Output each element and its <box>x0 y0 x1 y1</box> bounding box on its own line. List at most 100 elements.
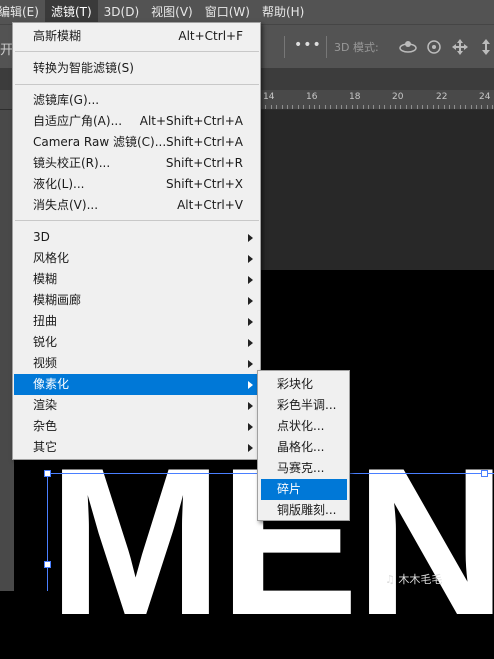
menu-item-shortcut: Alt+Shift+Ctrl+A <box>139 114 243 128</box>
submenu-item-mezzotint[interactable]: 铜版雕刻... <box>261 500 347 521</box>
3d-slide-icon[interactable] <box>476 37 494 57</box>
ruler-tick <box>341 105 342 109</box>
menu-window[interactable]: 窗口(W) <box>199 0 256 24</box>
menu-item-label: 镜头校正(R)... <box>33 156 111 170</box>
submenu-arrow-icon <box>248 318 253 326</box>
menu-view[interactable]: 视图(V) <box>145 0 199 24</box>
ruler-label: 22 <box>436 92 448 102</box>
ruler-tick <box>384 105 385 109</box>
menu-item-distort[interactable]: 扭曲 <box>14 311 259 332</box>
3d-pan-icon[interactable] <box>450 37 470 57</box>
menu-item-adaptive-wide-angle[interactable]: 自适应广角(A)... Alt+Shift+Ctrl+A <box>14 111 259 132</box>
ruler-tick <box>330 105 331 109</box>
ruler-tick <box>276 105 277 109</box>
ruler-tick <box>363 105 364 109</box>
menu-item-other[interactable]: 其它 <box>14 437 259 458</box>
ruler-tick <box>492 105 493 109</box>
submenu-item-color-halftone-block[interactable]: 彩块化 <box>261 374 347 395</box>
menu-help[interactable]: 帮助(H) <box>256 0 310 24</box>
submenu-arrow-icon <box>248 297 253 305</box>
options-separator <box>326 36 327 58</box>
submenu-arrow-icon <box>248 423 253 431</box>
ruler-label: 16 <box>306 92 318 102</box>
menu-item-render[interactable]: 渲染 <box>14 395 259 416</box>
menu-item-label: 模糊 <box>33 272 58 286</box>
menu-item-noise[interactable]: 杂色 <box>14 416 259 437</box>
menu-item-label: 模糊画廊 <box>33 293 82 307</box>
ruler-tick <box>444 105 445 109</box>
filter-menu: 高斯模糊 Alt+Ctrl+F 转换为智能滤镜(S) 滤镜库(G)... 自适应… <box>12 22 261 460</box>
ruler-tick <box>395 105 396 109</box>
pixelate-submenu: 彩块化 彩色半调... 点状化... 晶格化... 马赛克... 碎片 铜版雕刻… <box>257 370 350 521</box>
menu-item-pixelate[interactable]: 像素化 <box>14 374 259 395</box>
3d-orbit-icon[interactable] <box>398 37 418 57</box>
ruler-tick <box>282 105 283 109</box>
menu-3d[interactable]: 3D(D) <box>98 0 145 24</box>
ruler-tick <box>309 105 310 109</box>
submenu-item-pointillize[interactable]: 点状化... <box>261 416 347 437</box>
submenu-arrow-icon <box>248 360 253 368</box>
submenu-arrow-icon <box>248 234 253 242</box>
menu-item-label: 锐化 <box>33 335 58 349</box>
menu-item-blur[interactable]: 模糊 <box>14 269 259 290</box>
app-menubar: 编辑(E) 滤镜(T) 3D(D) 视图(V) 窗口(W) 帮助(H) <box>0 0 494 24</box>
submenu-item-mosaic[interactable]: 马赛克... <box>261 458 347 479</box>
ruler-tick <box>346 105 347 109</box>
menu-item-sharpen[interactable]: 锐化 <box>14 332 259 353</box>
ruler-tick <box>336 105 337 109</box>
submenu-item-label: 点状化... <box>277 419 325 433</box>
menu-item-shortcut: Shift+Ctrl+X <box>166 177 243 191</box>
menu-item-lens-correction[interactable]: 镜头校正(R)... Shift+Ctrl+R <box>14 153 259 174</box>
menu-item-video[interactable]: 视频 <box>14 353 259 374</box>
ruler-tick <box>406 105 407 109</box>
ruler-label: 14 <box>263 92 275 102</box>
submenu-arrow-icon <box>248 381 253 389</box>
menu-item-shortcut: Alt+Ctrl+V <box>177 198 243 212</box>
more-options-button[interactable]: ••• <box>294 37 322 53</box>
watermark-text: ♫ 木木毛毛 <box>385 571 442 587</box>
submenu-item-label: 彩色半调... <box>277 398 337 412</box>
menu-item-shortcut: Shift+Ctrl+A <box>166 135 243 149</box>
menu-item-label: 扭曲 <box>33 314 58 328</box>
menu-item-stylize[interactable]: 风格化 <box>14 248 259 269</box>
ruler-tick <box>438 105 439 109</box>
menu-item-3d[interactable]: 3D <box>14 227 259 248</box>
menu-item-convert-smart-filter[interactable]: 转换为智能滤镜(S) <box>14 58 259 79</box>
3d-mode-label: 3D 模式: <box>334 41 379 54</box>
menu-item-camera-raw[interactable]: Camera Raw 滤镜(C)... Shift+Ctrl+A <box>14 132 259 153</box>
menu-item-gaussian-blur[interactable]: 高斯模糊 Alt+Ctrl+F <box>14 26 259 47</box>
menu-item-label: 转换为智能滤镜(S) <box>33 61 134 75</box>
menu-item-label: 液化(L)... <box>33 177 85 191</box>
menu-item-vanishing-point[interactable]: 消失点(V)... Alt+Ctrl+V <box>14 195 259 216</box>
submenu-arrow-icon <box>248 339 253 347</box>
menu-divider <box>15 220 259 221</box>
ruler-tick <box>411 105 412 109</box>
3d-roll-icon[interactable] <box>424 37 444 57</box>
ruler-label: 24 <box>479 92 491 102</box>
transform-handle-middle-left[interactable] <box>44 561 51 568</box>
transform-handle-top-right[interactable] <box>481 470 488 477</box>
submenu-item-fragment[interactable]: 碎片 <box>261 479 347 500</box>
menu-item-label: 滤镜库(G)... <box>33 93 100 107</box>
menu-item-blur-gallery[interactable]: 模糊画廊 <box>14 290 259 311</box>
options-separator <box>284 36 285 58</box>
menu-edit[interactable]: 编辑(E) <box>0 0 45 24</box>
menu-item-shortcut: Shift+Ctrl+R <box>165 156 243 170</box>
submenu-item-label: 晶格化... <box>277 440 325 454</box>
submenu-arrow-icon <box>248 444 253 452</box>
menu-item-label: 渲染 <box>33 398 58 412</box>
menu-item-liquify[interactable]: 液化(L)... Shift+Ctrl+X <box>14 174 259 195</box>
watermark-label: 木木毛毛 <box>398 573 443 586</box>
menu-item-filter-gallery[interactable]: 滤镜库(G)... <box>14 90 259 111</box>
menu-item-label: 像素化 <box>33 377 70 391</box>
ruler-tick <box>314 105 315 109</box>
menu-item-label: 风格化 <box>33 251 70 265</box>
submenu-item-color-halftone[interactable]: 彩色半调... <box>261 395 347 416</box>
menu-divider <box>15 84 259 85</box>
menu-filter[interactable]: 滤镜(T) <box>44 0 98 24</box>
ruler-tick <box>352 105 353 109</box>
transform-handle-top-left[interactable] <box>44 470 51 477</box>
submenu-item-label: 碎片 <box>277 482 302 496</box>
submenu-item-crystallize[interactable]: 晶格化... <box>261 437 347 458</box>
ruler-tick <box>471 105 472 109</box>
